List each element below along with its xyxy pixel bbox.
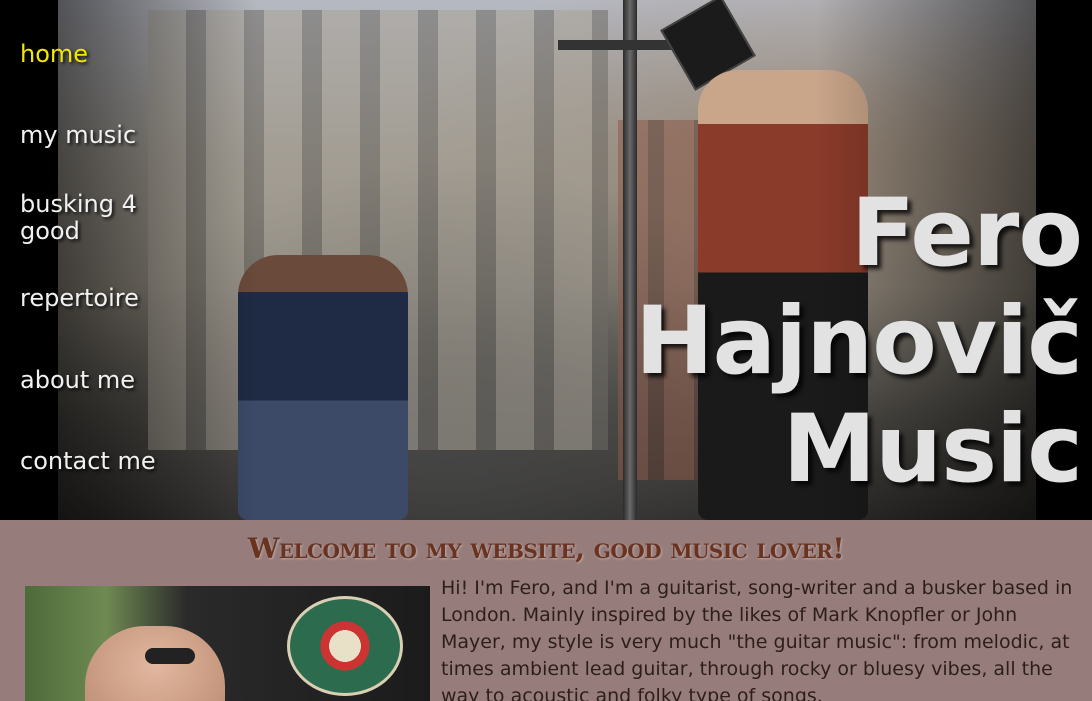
british-grove-studios-logo [287, 596, 403, 696]
nav-contact-me[interactable]: contact me [20, 448, 170, 475]
site-title-line-3: Music [782, 395, 1083, 504]
nav-about-me[interactable]: about me [20, 367, 170, 394]
welcome-heading: Welcome to my website, good music lover! [247, 532, 845, 565]
hero-banner: home my music busking 4 good repertoire … [0, 0, 1092, 520]
profile-photo [25, 586, 430, 701]
site-title-line-1: Fero [850, 179, 1083, 288]
intro-text: Hi! I'm Fero, and I'm a guitarist, song-… [441, 577, 1073, 701]
nav-busking-4-good[interactable]: busking 4 good [20, 191, 150, 245]
sunglasses [145, 648, 195, 664]
dancer-figure [238, 255, 408, 520]
site-title: Fero Hajnovič Music [634, 179, 1083, 504]
site-title-line-2: Hajnovič [634, 287, 1083, 396]
nav-home[interactable]: home [20, 41, 170, 68]
nav-my-music[interactable]: my music [20, 122, 170, 149]
vignette-left [58, 0, 258, 520]
nav-repertoire[interactable]: repertoire [20, 285, 170, 312]
main-content: Welcome to my website, good music lover!… [0, 520, 1092, 701]
